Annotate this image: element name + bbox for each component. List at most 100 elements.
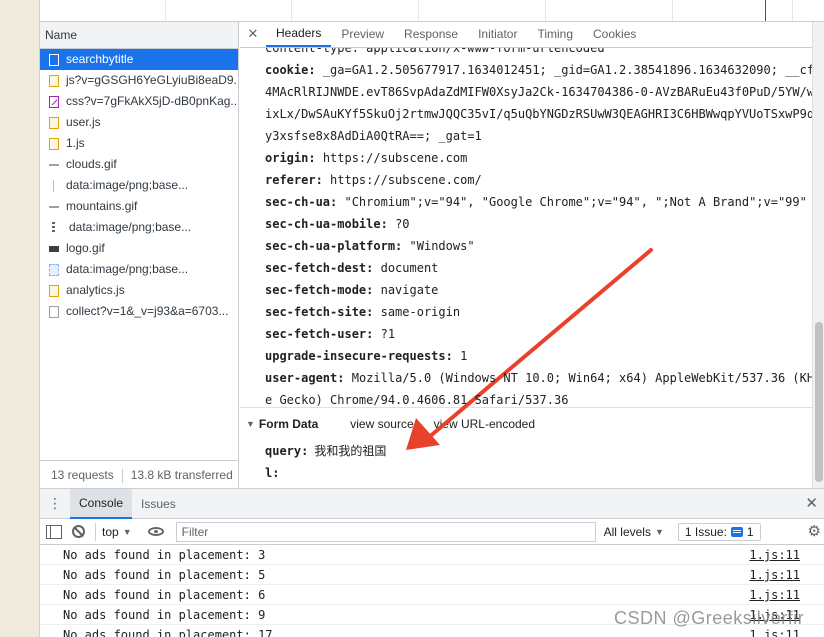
details-scrollbar[interactable] [812,22,824,488]
form-data-title: Form Data [258,417,319,431]
more-options-icon[interactable]: ⋮ [40,495,70,512]
request-name: mountains.gif [66,199,138,213]
waterfall-gridline [792,0,793,21]
image-icon [49,163,59,166]
image-icon [49,205,59,208]
caret-down-icon: ▼ [654,526,664,537]
console-message-text: No ads found in placement: 3 [63,548,266,562]
console-toolbar: top▼ All levels▼ 1 Issue:1 ⚙ [40,519,824,545]
view-url-encoded-link[interactable]: view URL-encoded [434,408,535,440]
header-row: sec-ch-ua: "Chromium";v="94", "Google Ch… [265,191,812,213]
image-icon [53,179,54,192]
form-field-key: query: [265,444,309,458]
request-row[interactable]: 1.js [40,133,238,154]
details-tab-bar: ✕ Headers Preview Response Initiator Tim… [240,22,812,48]
drawer-tab-bar: ⋮ Console Issues ✕ [40,488,824,519]
issues-counter-button[interactable]: 1 Issue: 1 [677,522,761,541]
show-sidebar-icon[interactable] [46,524,62,539]
console-message-text: No ads found in placement: 6 [63,588,266,602]
tab-timing[interactable]: Timing [527,22,583,47]
page-background-strip [0,0,40,637]
request-row[interactable]: analytics.js [40,280,238,301]
request-row-searchbytitle[interactable]: searchbytitle [40,49,238,70]
header-value: ?1 [380,327,396,341]
issues-count: 1 [746,524,754,539]
request-name: searchbytitle [66,52,134,66]
header-name: user-agent: [265,371,345,385]
header-value: 1 [460,349,468,363]
header-name: sec-fetch-user: [265,327,374,341]
tab-preview[interactable]: Preview [331,22,394,47]
request-name: 1.js [66,136,85,150]
header-row-user-agent: user-agent: Mozilla/5.0 (Windows NT 10.0… [265,367,812,389]
image-icon [52,221,55,234]
form-data-header[interactable]: ▼ Form Data view source view URL-encoded [240,408,812,440]
console-message: No ads found in placement: 3 1.js:11 [40,545,824,565]
console-source-link[interactable]: 1.js:11 [749,565,800,585]
close-icon[interactable]: ✕ [240,22,266,47]
network-waterfall-overview [40,0,824,22]
tab-issues[interactable]: Issues [132,489,185,519]
request-row[interactable]: user.js [40,112,238,133]
live-expression-eye-icon[interactable] [147,527,164,536]
request-name: data:image/png;base... [69,220,192,234]
header-value: same-origin [380,305,461,319]
request-row[interactable]: data:image/png;base... [40,175,238,196]
form-field-value: 我和我的祖国 [314,444,387,458]
triangle-down-icon[interactable]: ▼ [246,408,255,440]
request-name: user.js [66,115,101,129]
scrollbar-thumb[interactable] [815,322,823,482]
status-divider [121,468,123,483]
header-name: referer: [265,173,323,187]
header-row: upgrade-insecure-requests: 1 [265,345,812,367]
close-drawer-icon[interactable]: ✕ [805,489,818,519]
request-row[interactable]: collect?v=1&_v=j93&a=6703... [40,301,238,322]
clear-console-icon[interactable] [72,525,85,538]
context-value: top [102,524,119,539]
log-levels-dropdown[interactable]: All levels ▼ [604,525,664,539]
header-value-continued: y3xsfse8x8AdDiA0QtRA==; _gat=1 [265,129,482,143]
tab-initiator[interactable]: Initiator [468,22,527,47]
console-source-link[interactable]: 1.js:11 [749,585,800,605]
header-value-continued: e Gecko) Chrome/94.0.4606.81 Safari/537.… [265,393,569,407]
waterfall-gridline [291,0,292,21]
header-row: sec-fetch-dest: document [265,257,812,279]
waterfall-gridline [165,0,166,21]
request-row[interactable]: css?v=7gFkAkX5jD-dB0pnKag... [40,91,238,112]
request-row[interactable]: clouds.gif [40,154,238,175]
header-value: document [380,261,439,275]
document-icon [49,53,59,66]
header-value: "Chromium";v="94", "Google Chrome";v="94… [344,195,807,209]
header-name: sec-ch-ua-platform: [265,239,403,253]
context-selector[interactable]: top ▼ [102,525,132,539]
network-status-bar: 13 requests 13.8 kB transferred [40,460,238,488]
transfer-size: 13.8 kB transferred [130,468,233,482]
request-row[interactable]: js?v=gGSGH6YeGLyiuBi8eaD9... [40,70,238,91]
tab-console[interactable]: Console [70,488,133,519]
filter-input[interactable] [175,521,596,542]
waterfall-load-marker [765,0,766,21]
console-message-text: No ads found in placement: 17 [63,628,273,637]
console-source-link[interactable]: 1.js:11 [749,545,800,565]
tab-cookies[interactable]: Cookies [583,22,646,47]
request-row[interactable]: data:image/png;base... [40,259,238,280]
console-message: No ads found in placement: 5 1.js:11 [40,565,824,585]
header-name: sec-fetch-dest: [265,261,374,275]
request-row[interactable]: logo.gif [40,238,238,259]
tab-headers[interactable]: Headers [266,22,332,47]
request-name: clouds.gif [66,157,117,171]
view-source-link[interactable]: view source [350,408,413,440]
image-icon [49,245,59,252]
header-name: sec-fetch-mode: [265,283,374,297]
header-row: referer: https://subscene.com/ [265,169,812,191]
header-value: ?0 [395,217,410,231]
header-row: sec-fetch-user: ?1 [265,323,812,345]
console-message: No ads found in placement: 6 1.js:11 [40,585,824,605]
header-value: _ga=GA1.2.505677917.1634012451; _gid=GA1… [322,63,812,77]
request-row[interactable]: mountains.gif [40,196,238,217]
name-column-header[interactable]: Name [40,22,238,49]
issue-message-icon [730,526,743,537]
gear-icon[interactable]: ⚙ [808,524,821,540]
tab-response[interactable]: Response [394,22,468,47]
request-row[interactable]: data:image/png;base... [40,217,238,238]
